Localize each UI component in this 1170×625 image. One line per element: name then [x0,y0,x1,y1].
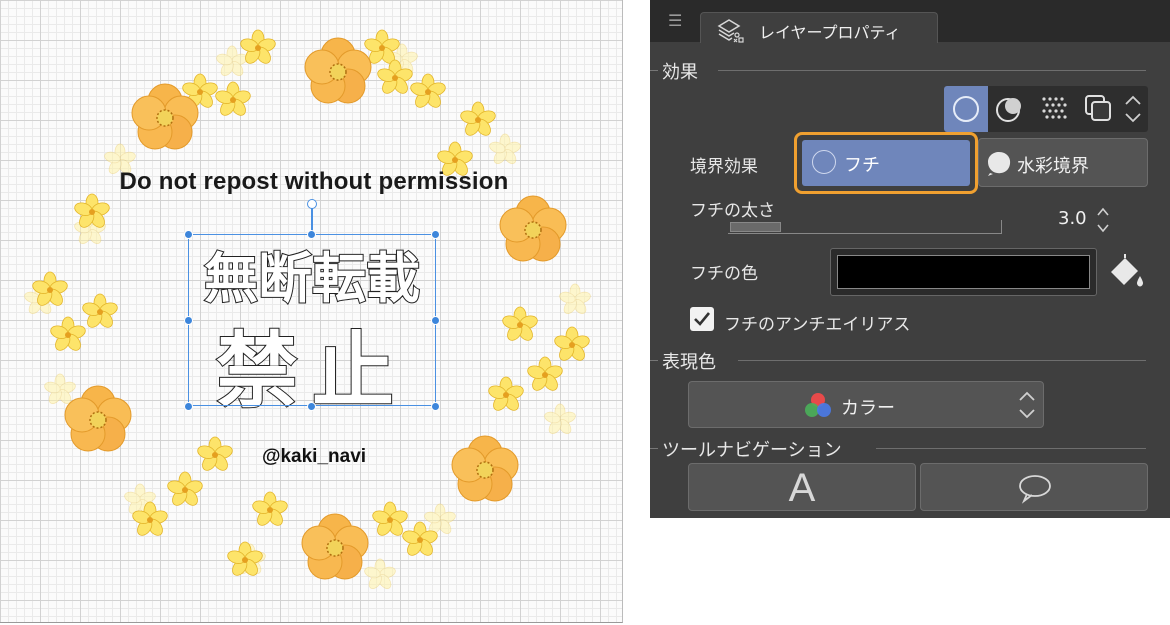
speech-bubble-icon [1019,475,1051,504]
border-option-button[interactable]: フチ [802,140,970,186]
effect-layer-color-button[interactable] [1076,86,1120,132]
panel-tab-bar: ☰ レイヤープロパティ [650,0,1170,43]
text-tool-nav-button[interactable]: A [688,463,916,511]
selection-handle-bottom-left[interactable] [184,402,193,411]
text-tool-icon: A [788,466,816,510]
balloon-tool-nav-button[interactable] [920,463,1148,511]
selection-handle-bottom-right[interactable] [431,402,440,411]
circle-icon [953,96,979,122]
rotation-handle[interactable] [307,199,317,209]
border-width-value[interactable]: 3.0 [1058,208,1087,229]
border-option-label: フチ [844,155,880,176]
border-color-label: フチの色 [690,264,758,284]
watercolor-border-button[interactable]: 水彩境界 [978,138,1148,187]
chevron-updown-icon [1019,391,1035,419]
antialias-label: フチのアンチエイリアス [724,315,911,335]
selection-handle-left[interactable] [184,316,193,325]
layer-property-panel: ☰ レイヤープロパティ 効果 境界効果 フチ 水彩境界 フチの太さ 3.0 フチ… [650,0,1170,518]
halftone-dots-icon [1042,97,1067,119]
effect-scroll-spinner-icon[interactable] [1122,92,1144,126]
rgb-circles-icon [805,393,831,417]
section-divider [738,360,1146,361]
border-option-highlight[interactable]: フチ [794,132,978,194]
border-width-slider[interactable] [728,220,1002,234]
tab-layer-property[interactable]: レイヤープロパティ [700,12,938,43]
selection-handle-bottom[interactable] [307,402,316,411]
antialias-checkbox[interactable] [690,307,714,331]
layer-property-icon [717,19,744,43]
tone-icon [996,98,1021,122]
selection-handle-top[interactable] [307,230,316,239]
author-handle-text: @kaki_navi [261,446,367,467]
section-divider [718,70,1146,71]
selection-handle-top-right[interactable] [431,230,440,239]
section-expression-color-heading: 表現色 [650,348,716,374]
border-effect-label: 境界効果 [690,157,758,177]
menu-icon[interactable]: ☰ [668,11,682,30]
section-divider [876,448,1146,449]
circle-icon [812,150,836,174]
expression-color-value: カラー [841,398,895,419]
checkmark-icon [694,312,711,326]
no-repost-notice-text: Do not repost without permission [119,168,509,195]
border-color-well[interactable] [830,248,1097,296]
layer-stack-icon [1085,95,1111,121]
border-width-spinner-icon[interactable] [1096,205,1110,235]
effect-tone-button[interactable] [988,86,1032,132]
section-tool-navigation-heading: ツールナビゲーション [650,436,842,462]
drawing-canvas[interactable]: Do not repost without permission 無断転載 禁止… [0,0,623,623]
selection-handle-top-left[interactable] [184,230,193,239]
paint-bucket-icon[interactable] [1105,252,1145,292]
effect-border-button[interactable] [944,86,988,132]
effect-halftone-button[interactable] [1032,86,1076,132]
expression-color-select[interactable]: カラー [688,381,1044,428]
border-width-slider-fill [730,222,781,232]
tab-label: レイヤープロパティ [759,23,901,42]
selection-handle-right[interactable] [431,316,440,325]
text-selection-box[interactable] [188,234,436,406]
border-color-swatch [837,255,1090,289]
border-width-label: フチの太さ [690,201,775,221]
section-effect-heading: 効果 [650,58,698,84]
effect-toolbar [944,86,1148,132]
watercolor-border-label: 水彩境界 [1017,156,1089,177]
watercolor-drop-icon [988,152,1011,176]
